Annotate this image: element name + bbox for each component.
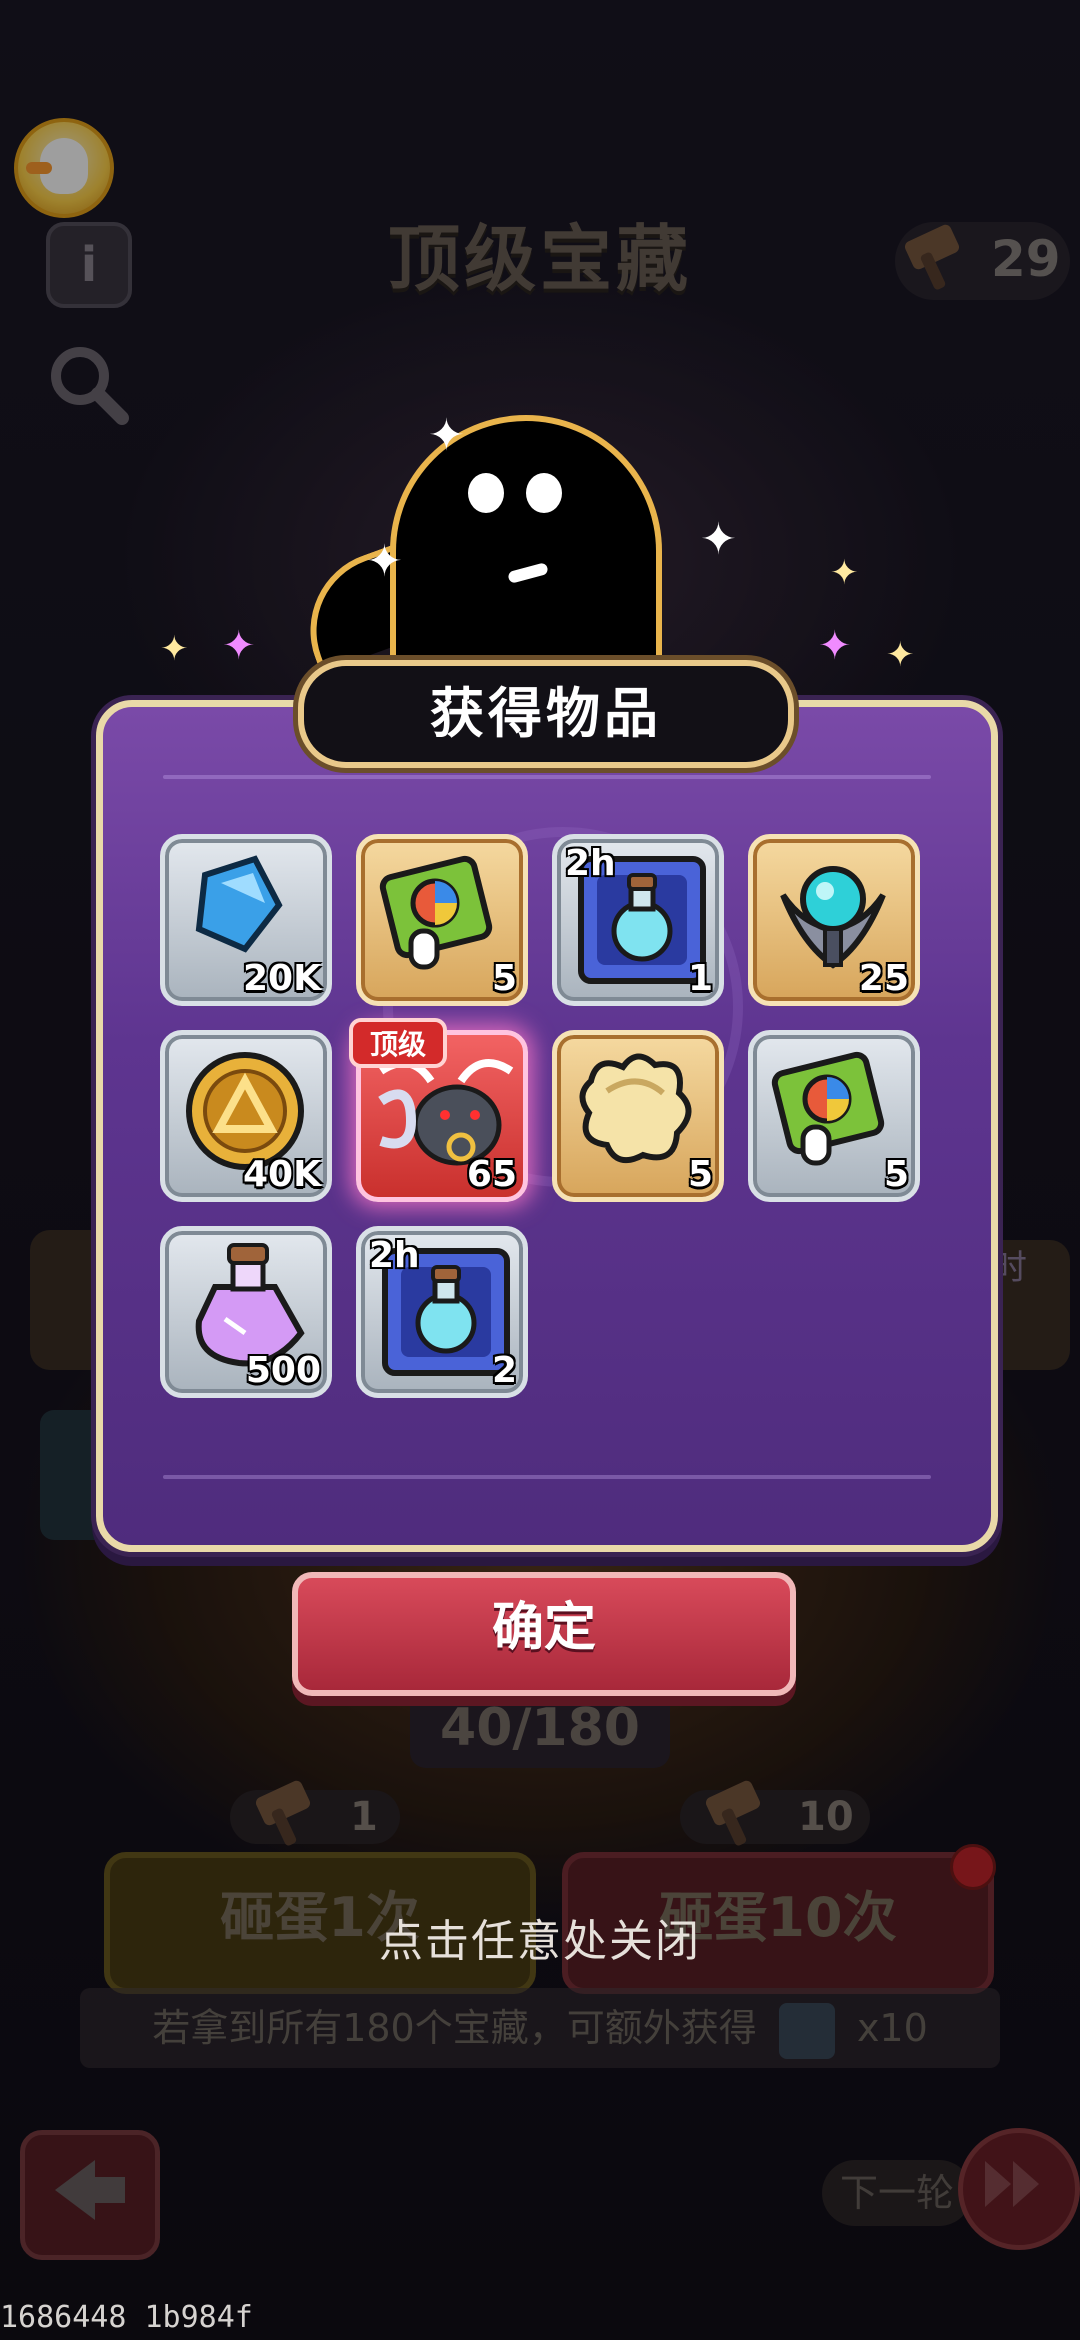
ghost-eye	[526, 473, 562, 513]
panel-divider	[163, 775, 931, 779]
dialog-title: 获得物品	[430, 682, 662, 745]
sparkle-icon: ✦	[428, 410, 465, 461]
item-quantity: 25	[858, 958, 909, 999]
reward-item[interactable]: 500	[160, 1226, 332, 1398]
duration-badge: 2h	[369, 1235, 420, 1276]
reward-item[interactable]: 20K	[160, 834, 332, 1006]
blue-crystal-icon	[175, 845, 295, 969]
item-quantity: 2	[491, 1350, 517, 1391]
sparkle-icon: ✦	[886, 635, 915, 675]
sparkle-icon: ✦	[160, 629, 189, 669]
sparkle-icon: ✦	[830, 553, 859, 593]
top-tier-tag: 顶级	[349, 1018, 447, 1068]
reward-item[interactable]: 2h 1	[552, 834, 724, 1006]
item-quantity: 40K	[243, 1154, 321, 1195]
reward-item[interactable]: 2h 2	[356, 1226, 528, 1398]
skill-book-icon	[763, 1041, 893, 1175]
item-quantity: 500	[245, 1350, 321, 1391]
dialog-title-banner: 获得物品	[298, 660, 794, 768]
reward-item[interactable]: 25	[748, 834, 920, 1006]
build-id: 1686448 1b984f	[0, 2300, 253, 2335]
skill-book-icon	[371, 845, 501, 979]
item-quantity: 5	[883, 1154, 909, 1195]
reward-item[interactable]: 5	[748, 1030, 920, 1202]
confirm-label: 确定	[491, 1598, 596, 1658]
reward-item[interactable]: 5	[356, 834, 528, 1006]
sparkle-icon: ✦	[818, 623, 852, 669]
ghost-eye	[468, 473, 504, 513]
duration-badge: 2h	[565, 843, 616, 884]
item-quantity: 20K	[243, 958, 321, 999]
item-quantity: 5	[491, 958, 517, 999]
reward-item[interactable]: 40K	[160, 1030, 332, 1202]
close-hint: 点击任意处关闭	[379, 1916, 701, 1967]
reward-item[interactable]: 5	[552, 1030, 724, 1202]
sparkle-icon: ✦	[700, 514, 737, 565]
item-quantity: 1	[687, 958, 713, 999]
confirm-button[interactable]: 确定	[292, 1572, 796, 1696]
sparkle-icon: ✦	[222, 623, 256, 669]
sparkle-icon: ✦	[366, 536, 403, 587]
panel-divider	[163, 1475, 931, 1479]
cream-puzzle-piece-icon	[567, 1041, 707, 1185]
item-quantity: 5	[687, 1154, 713, 1195]
item-quantity: 65	[466, 1154, 517, 1195]
